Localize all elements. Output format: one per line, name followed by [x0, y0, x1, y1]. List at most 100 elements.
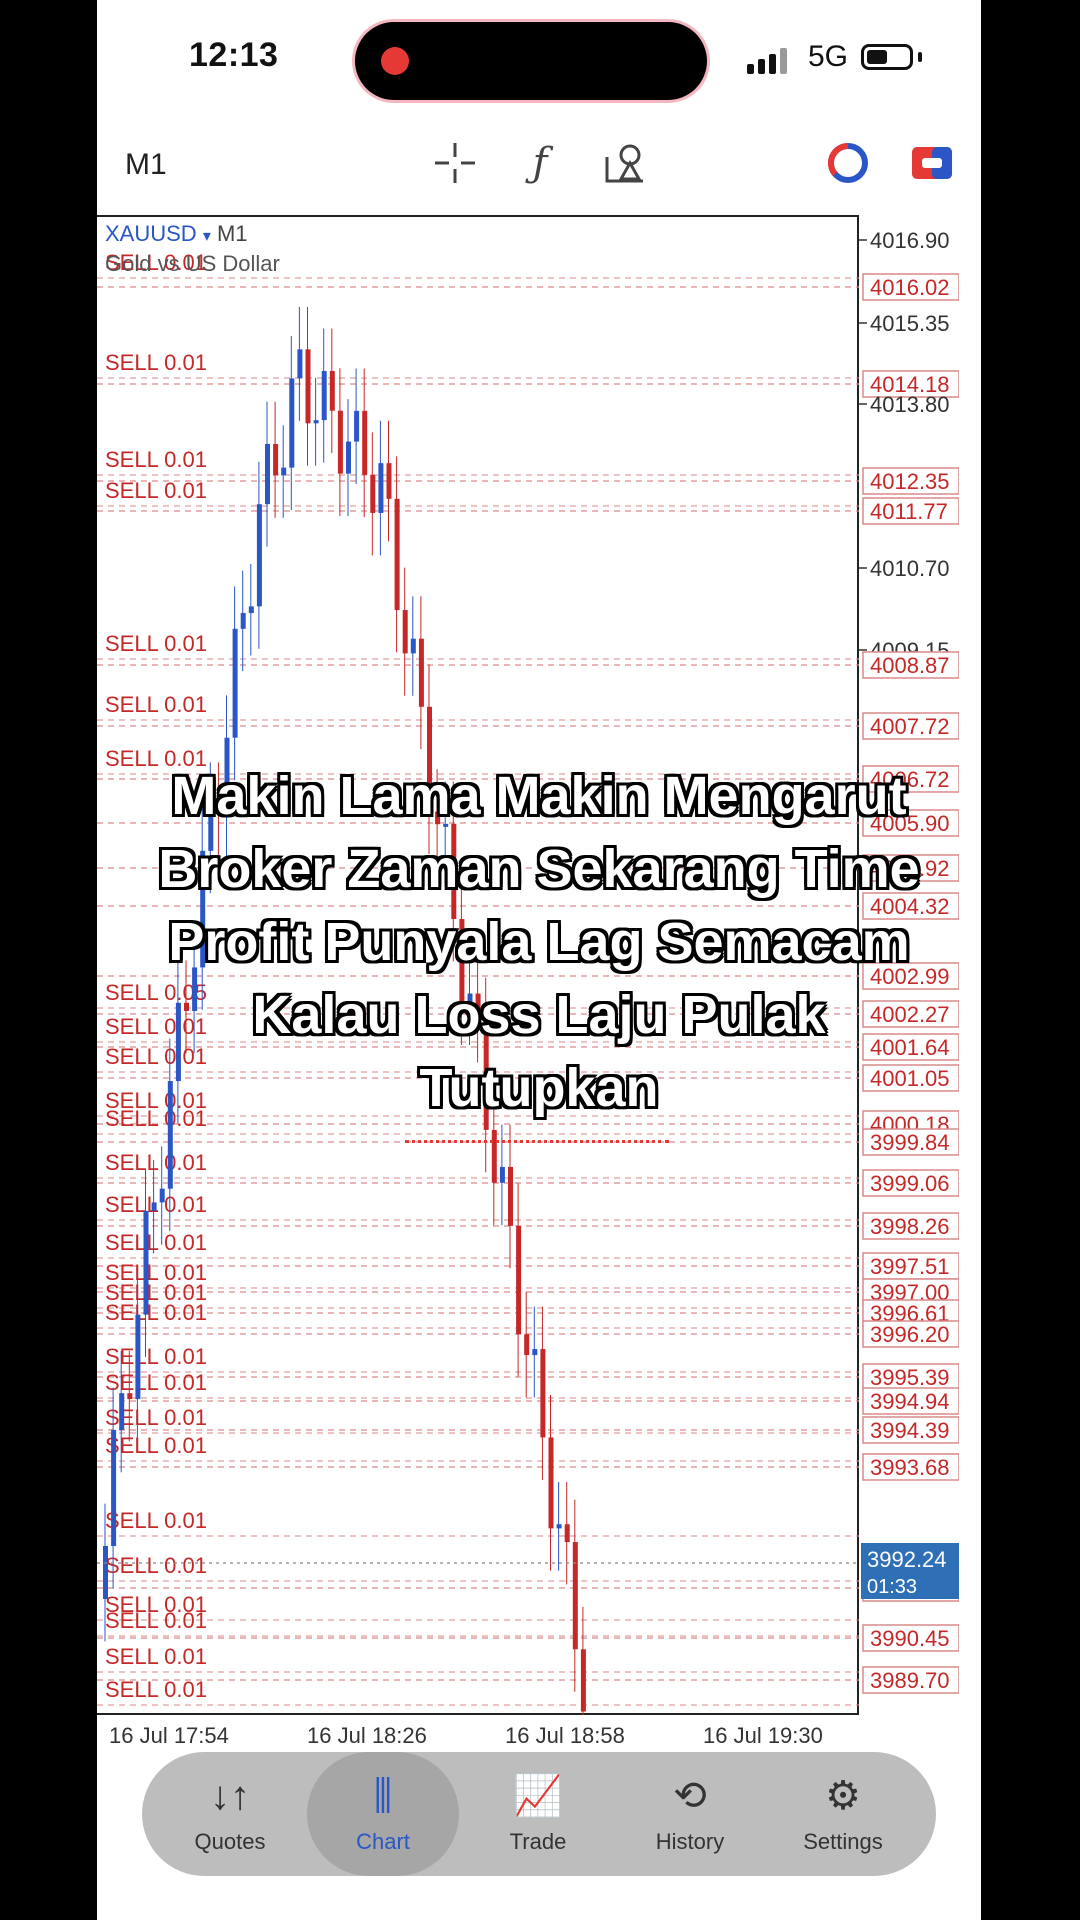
price-label: 3990.45: [870, 1626, 950, 1651]
candle-body: [337, 410, 343, 474]
recording-icon: [381, 47, 409, 75]
candle-body: [410, 638, 416, 654]
candle-body: [248, 606, 254, 614]
status-time: 12:13: [189, 36, 279, 74]
time-axis-label: 16 Jul 18:58: [505, 1723, 625, 1748]
caption-line: Kalau Loss Laju Pulak: [252, 985, 826, 1045]
object-icon[interactable]: [602, 140, 648, 186]
time-axis-label: 16 Jul 19:30: [703, 1723, 823, 1748]
candle-body: [313, 420, 319, 424]
candle-body: [127, 1393, 133, 1400]
sell-order-label: SELL 0.01: [105, 1230, 207, 1255]
network-type: 5G: [808, 40, 849, 73]
candle-body: [135, 1314, 141, 1400]
current-price-label: 3992.24: [867, 1547, 947, 1572]
price-label: 3994.39: [870, 1418, 950, 1443]
battery-icon: [861, 44, 913, 70]
symbol-description: Gold vs US Dollar: [105, 251, 280, 276]
settings-icon: ⚙: [825, 1774, 861, 1818]
candle-body: [297, 349, 303, 379]
candle-body: [394, 498, 400, 611]
price-label: 4015.35: [870, 311, 950, 336]
tab-label: Chart: [356, 1829, 410, 1854]
sell-order-label: SELL 0.01: [105, 478, 207, 503]
candle-body: [402, 610, 408, 654]
candle-body: [232, 628, 238, 738]
trade-icon: 📈: [513, 1774, 563, 1818]
tab-history[interactable]: ⟲ History: [614, 1752, 766, 1876]
candle-body: [378, 463, 384, 513]
tab-label: Trade: [509, 1829, 567, 1854]
price-label: 4010.70: [870, 556, 950, 581]
price-label: 3999.84: [870, 1130, 950, 1155]
sell-order-label: SELL 0.01: [105, 1608, 207, 1633]
price-label: 3998.26: [870, 1214, 950, 1239]
candle-body: [386, 463, 392, 499]
crosshair-icon[interactable]: [432, 140, 478, 186]
time-axis-label: 16 Jul 17:54: [109, 1723, 229, 1748]
one-click-trade-icon[interactable]: [909, 140, 955, 186]
sell-order-label: SELL 0.01: [105, 1433, 207, 1458]
overlay-caption: Makin Lama Makin Mengarut Broker Zaman Se…: [97, 760, 981, 1125]
candle-body: [564, 1524, 570, 1543]
price-label: 4016.02: [870, 275, 950, 300]
palette-icon[interactable]: [825, 140, 871, 186]
price-label: 4013.80: [870, 392, 950, 417]
price-label: 4016.90: [870, 228, 950, 253]
chart-icon: ⫼: [373, 1774, 393, 1818]
price-label: 3994.94: [870, 1389, 950, 1414]
tab-chart[interactable]: ⫼ Chart: [307, 1752, 459, 1876]
battery-tip: [918, 52, 922, 62]
price-label: 3989.70: [870, 1668, 950, 1693]
candle-body: [321, 370, 327, 421]
sell-order-label: SELL 0.01: [105, 1344, 207, 1369]
candle-body: [289, 378, 295, 468]
price-label: 4008.87: [870, 653, 950, 678]
tab-label: Settings: [803, 1829, 883, 1854]
price-label: 3993.68: [870, 1455, 950, 1480]
bottom-tab-bar: ↓↑ Quotes ⫼ Chart 📈 Trade ⟲ History ⚙ Settings: [142, 1752, 936, 1876]
candle-body: [580, 1649, 586, 1712]
candle-body: [159, 1188, 165, 1203]
history-icon: ⟲: [673, 1774, 707, 1818]
tab-trade[interactable]: 📈 Trade: [462, 1752, 614, 1876]
price-label: 3995.39: [870, 1365, 950, 1390]
caption-line: Makin Lama Makin Mengarut: [171, 766, 907, 826]
dynamic-island: [355, 22, 707, 100]
symbol-label[interactable]: XAUUSD ▾ M1: [105, 221, 248, 247]
candle-body: [499, 1166, 505, 1183]
candle-body: [329, 370, 335, 411]
candle-body: [572, 1542, 578, 1650]
time-axis-label: 16 Jul 18:26: [307, 1723, 427, 1748]
sell-order-label: SELL 0.01: [105, 692, 207, 717]
candle-body: [508, 1166, 513, 1226]
price-label: 4011.77: [870, 499, 948, 524]
sell-order-label: SELL 0.01: [105, 447, 207, 472]
candle-body: [370, 474, 376, 513]
candle-body: [354, 410, 360, 442]
caption-line: Tutupkan: [419, 1058, 659, 1118]
candle-body: [524, 1334, 530, 1356]
phone-screen: 12:13 5G M1 ƒ 4016.90 4016.02 4015.35 4014.…: [97, 0, 981, 1920]
timeframe-button[interactable]: M1: [125, 148, 167, 182]
symbol-timeframe: M1: [216, 221, 248, 246]
sell-order-label: SELL 0.01: [105, 631, 207, 656]
price-label: 4012.35: [870, 469, 950, 494]
candle-body: [548, 1437, 554, 1529]
sell-order-label: SELL 0.01: [105, 350, 207, 375]
tab-quotes[interactable]: ↓↑ Quotes: [154, 1752, 306, 1876]
spellcheck-underline: [405, 1134, 669, 1143]
candle-body: [516, 1225, 522, 1335]
candle-body: [556, 1524, 562, 1529]
tab-settings[interactable]: ⚙ Settings: [767, 1752, 919, 1876]
price-label: 4007.72: [870, 714, 950, 739]
quotes-icon: ↓↑: [210, 1774, 250, 1818]
sell-order-label: SELL 0.01: [105, 1677, 207, 1702]
sell-order-label: SELL 0.01: [105, 1370, 207, 1395]
candle-body: [273, 444, 279, 476]
caption-line: Broker Zaman Sekarang Time: [158, 839, 920, 899]
caption-line: Profit Punyala Lag Semacam: [168, 912, 910, 972]
candle-body: [143, 1210, 149, 1315]
function-icon[interactable]: ƒ: [517, 140, 563, 186]
candle-body: [305, 349, 311, 424]
